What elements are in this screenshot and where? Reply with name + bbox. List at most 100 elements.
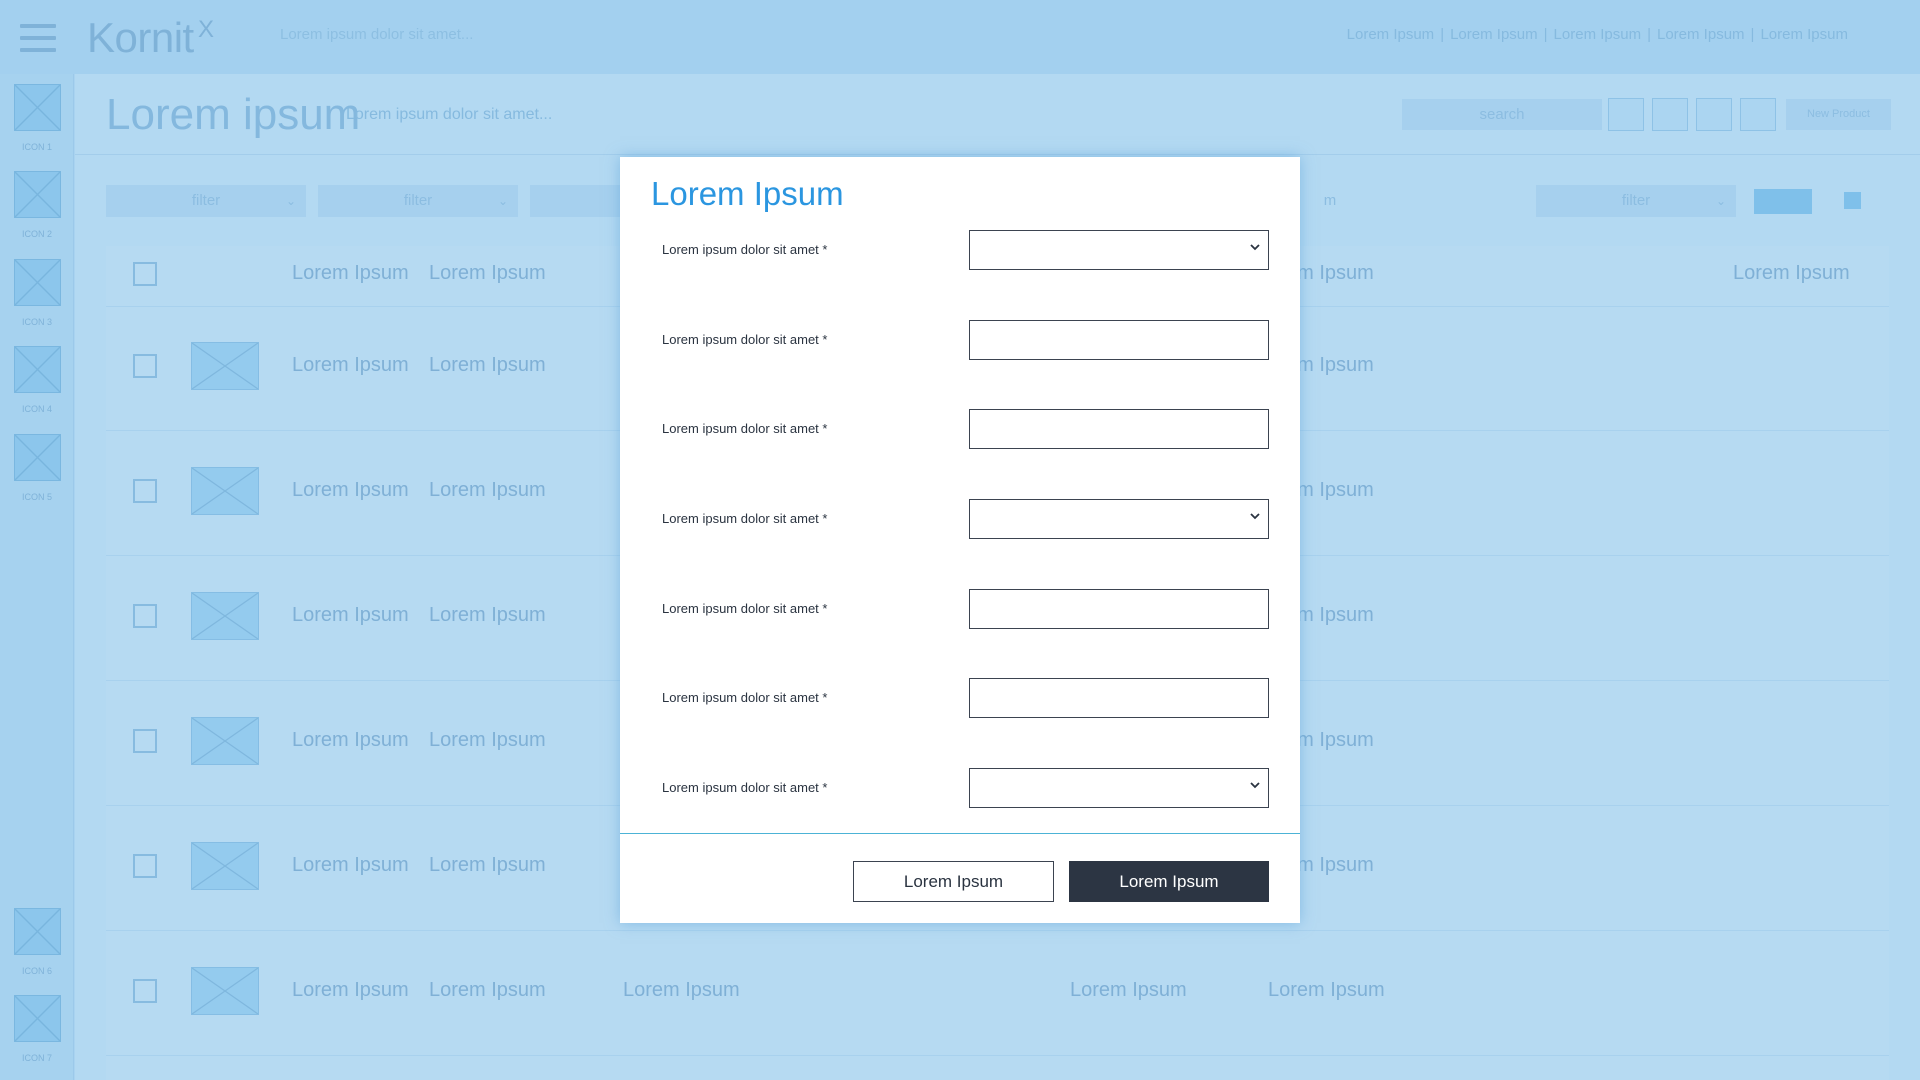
top-nav-separator: | bbox=[1647, 26, 1651, 43]
filter-dropdown-4[interactable]: filter ⌄ bbox=[1536, 185, 1736, 217]
sidebar-item-label: ICON 2 bbox=[21, 229, 52, 239]
view-toggle-list[interactable] bbox=[1754, 189, 1812, 214]
select-field-4[interactable] bbox=[969, 499, 1269, 539]
table-cell: Lorem Ipsum bbox=[292, 979, 409, 1001]
app-logo-superscript: X bbox=[198, 16, 215, 43]
toolbar-square-button-2[interactable] bbox=[1652, 98, 1688, 131]
submit-button[interactable]: Lorem Ipsum bbox=[1069, 861, 1269, 902]
row-checkbox[interactable] bbox=[133, 604, 157, 628]
text-field-5[interactable] bbox=[969, 589, 1269, 629]
table-cell: Lorem Ipsum bbox=[623, 979, 740, 1001]
filter-label: filter bbox=[403, 192, 433, 209]
sidebar-item-icon-2[interactable] bbox=[14, 171, 61, 218]
sidebar-item-label: ICON 3 bbox=[21, 317, 52, 327]
select-field-7[interactable] bbox=[969, 768, 1269, 808]
header-tagline: Lorem ipsum dolor sit amet... bbox=[280, 26, 474, 43]
filter-dropdown-2[interactable]: filter ⌄ bbox=[318, 185, 518, 217]
app-logo: Kornit bbox=[87, 14, 194, 61]
table-cell: Lorem Ipsum bbox=[429, 479, 546, 501]
filter-label: filter bbox=[1621, 192, 1651, 209]
top-nav-link-2[interactable]: Lorem Ipsum bbox=[1450, 26, 1538, 43]
select-all-checkbox[interactable] bbox=[133, 262, 157, 286]
filter-label: filter bbox=[191, 192, 221, 209]
table-cell: Lorem Ipsum bbox=[429, 604, 546, 626]
field-label: Lorem ipsum dolor sit amet * bbox=[662, 332, 828, 347]
chevron-down-icon: ⌄ bbox=[285, 194, 296, 208]
sidebar-item-icon-3[interactable] bbox=[14, 259, 61, 306]
table-cell: Lorem Ipsum bbox=[292, 354, 409, 376]
modal-footer-divider bbox=[620, 833, 1300, 834]
sidebar-item-icon-1[interactable] bbox=[14, 84, 61, 131]
row-checkbox[interactable] bbox=[133, 979, 157, 1003]
field-label: Lorem ipsum dolor sit amet * bbox=[662, 601, 828, 616]
table-cell: Lorem Ipsum bbox=[429, 729, 546, 751]
top-nav-separator: | bbox=[1440, 26, 1445, 43]
sidebar: ICON 1 ICON 2 ICON 3 ICON 4 ICON 5 ICON … bbox=[0, 74, 74, 1080]
column-header[interactable]: Lorem Ipsum bbox=[1733, 262, 1850, 285]
top-bar: Kornit X Lorem ipsum dolor sit amet... L… bbox=[0, 0, 1920, 74]
top-nav-link-5[interactable]: Lorem Ipsum bbox=[1760, 26, 1848, 43]
top-nav-link-3[interactable]: Lorem Ipsum bbox=[1554, 26, 1642, 43]
chevron-down-icon: ⌄ bbox=[1715, 194, 1726, 208]
chevron-down-icon bbox=[1250, 782, 1260, 789]
chevron-down-icon: ⌄ bbox=[497, 194, 508, 208]
page-subtitle: Lorem ipsum dolor sit amet... bbox=[346, 106, 553, 123]
field-label: Lorem ipsum dolor sit amet * bbox=[662, 780, 828, 795]
form-modal: Lorem Ipsum Lorem ipsum dolor sit amet *… bbox=[620, 157, 1300, 923]
text-field-2[interactable] bbox=[969, 320, 1269, 360]
table-cell: Lorem Ipsum bbox=[429, 854, 546, 876]
sidebar-item-icon-4[interactable] bbox=[14, 346, 61, 393]
table-cell: Lorem Ipsum bbox=[292, 854, 409, 876]
toolbar-square-button-1[interactable] bbox=[1608, 98, 1644, 131]
text-field-6[interactable] bbox=[969, 678, 1269, 718]
row-checkbox[interactable] bbox=[133, 729, 157, 753]
row-checkbox[interactable] bbox=[133, 354, 157, 378]
modal-title: Lorem Ipsum bbox=[651, 175, 844, 212]
sidebar-item-label: ICON 1 bbox=[21, 142, 52, 152]
product-thumbnail bbox=[191, 967, 259, 1015]
product-thumbnail bbox=[191, 467, 259, 515]
table-cell: Lorem Ipsum bbox=[292, 729, 409, 751]
column-header[interactable]: Lorem Ipsum bbox=[429, 262, 546, 285]
view-toggle-grid[interactable] bbox=[1844, 192, 1861, 209]
field-label: Lorem ipsum dolor sit amet * bbox=[662, 421, 828, 436]
sidebar-item-label: ICON 4 bbox=[21, 404, 52, 414]
table-cell: Lorem Ipsum bbox=[292, 604, 409, 626]
chevron-down-icon bbox=[1250, 244, 1260, 251]
field-label: Lorem ipsum dolor sit amet * bbox=[662, 242, 828, 257]
sidebar-item-label: ICON 5 bbox=[21, 492, 52, 502]
toolbar-square-button-4[interactable] bbox=[1740, 98, 1776, 131]
column-header[interactable]: Lorem Ipsum bbox=[292, 262, 409, 285]
top-nav-link-1[interactable]: Lorem Ipsum bbox=[1347, 26, 1435, 43]
divider bbox=[75, 154, 1920, 155]
row-checkbox[interactable] bbox=[133, 854, 157, 878]
cancel-button[interactable]: Lorem Ipsum bbox=[853, 861, 1054, 902]
row-checkbox[interactable] bbox=[133, 479, 157, 503]
top-nav-separator: | bbox=[1543, 26, 1548, 43]
select-field-1[interactable] bbox=[969, 230, 1269, 270]
row-divider bbox=[106, 1055, 1889, 1056]
sidebar-item-icon-7[interactable] bbox=[14, 995, 61, 1042]
table-cell: Lorem Ipsum bbox=[429, 354, 546, 376]
top-nav-links: Lorem Ipsum | Lorem Ipsum | Lorem Ipsum | L… bbox=[1347, 26, 1848, 43]
filter-dropdown-1[interactable]: filter ⌄ bbox=[106, 185, 306, 217]
sidebar-item-icon-6[interactable] bbox=[14, 908, 61, 955]
row-divider bbox=[106, 930, 1889, 931]
table-cell: Lorem Ipsum bbox=[429, 979, 546, 1001]
top-nav-separator: | bbox=[1750, 26, 1755, 43]
table-cell: Lorem Ipsum bbox=[1268, 979, 1385, 1001]
product-thumbnail bbox=[191, 592, 259, 640]
search-input[interactable]: search bbox=[1402, 99, 1602, 130]
product-thumbnail bbox=[191, 842, 259, 890]
text-field-3[interactable] bbox=[969, 409, 1269, 449]
hamburger-menu-icon[interactable] bbox=[20, 24, 56, 52]
field-label: Lorem ipsum dolor sit amet * bbox=[662, 690, 828, 705]
new-product-button[interactable]: New Product bbox=[1786, 99, 1891, 130]
sidebar-item-icon-5[interactable] bbox=[14, 434, 61, 481]
top-nav-link-4[interactable]: Lorem Ipsum bbox=[1657, 26, 1745, 43]
table-cell: Lorem Ipsum bbox=[292, 479, 409, 501]
toolbar-square-button-3[interactable] bbox=[1696, 98, 1732, 131]
filter-partial-text: m bbox=[1323, 192, 1337, 209]
sidebar-item-label: ICON 6 bbox=[21, 966, 52, 976]
chevron-down-icon bbox=[1250, 513, 1260, 520]
